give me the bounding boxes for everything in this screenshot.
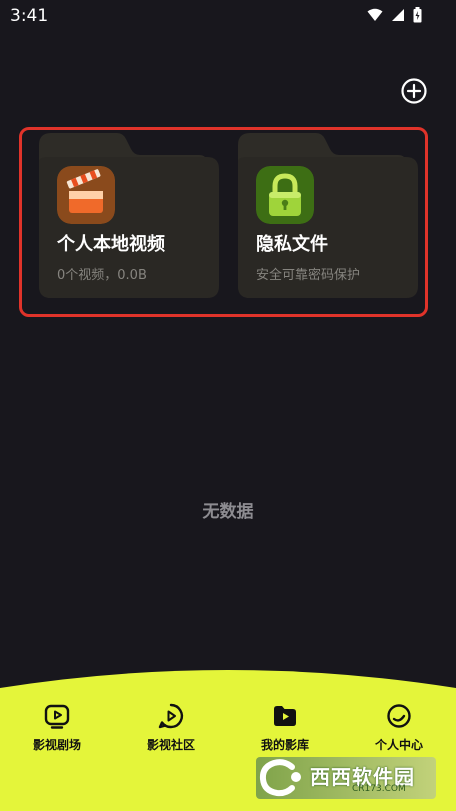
status-time: 3:41 — [10, 6, 49, 26]
community-play-icon — [158, 703, 183, 729]
lock-icon — [256, 166, 314, 224]
watermark-logo: 西西软件园 CR173.COM — [256, 757, 436, 799]
nav-label: 个人中心 — [374, 738, 423, 752]
folder-title: 隐私文件 — [256, 234, 328, 255]
watermark-sub: CR173.COM — [352, 784, 406, 794]
nav-item-my-library[interactable]: 我的影库 — [235, 702, 335, 758]
nav-label: 我的影库 — [260, 738, 309, 752]
nav-label: 影视剧场 — [32, 738, 81, 752]
nav-label: 影视社区 — [146, 738, 195, 752]
battery-icon — [413, 7, 422, 23]
nav-item-community[interactable]: 影视社区 — [121, 702, 221, 758]
watermark-c-icon — [259, 759, 301, 797]
tv-play-icon — [44, 704, 70, 729]
folder-subtitle: 0个视频，0.0B — [57, 268, 147, 283]
wifi-icon — [367, 8, 383, 21]
folder-card-private-files[interactable]: 隐私文件 安全可靠密码保护 — [238, 133, 418, 298]
folder-title: 个人本地视频 — [57, 234, 165, 255]
profile-icon — [387, 704, 411, 728]
empty-state-text: 无数据 — [202, 502, 254, 522]
nav-item-profile[interactable]: 个人中心 — [349, 702, 449, 758]
status-bar: 3:41 — [0, 0, 456, 32]
clapperboard-icon — [57, 166, 115, 224]
folder-card-local-videos[interactable]: 个人本地视频 0个视频，0.0B — [39, 133, 219, 298]
status-icons — [367, 7, 422, 23]
plus-circle-icon[interactable] — [400, 77, 428, 105]
nav-item-theater[interactable]: 影视剧场 — [7, 702, 107, 758]
folder-subtitle: 安全可靠密码保护 — [256, 268, 361, 283]
cell-signal-icon — [392, 9, 404, 21]
folder-play-icon — [274, 706, 296, 726]
